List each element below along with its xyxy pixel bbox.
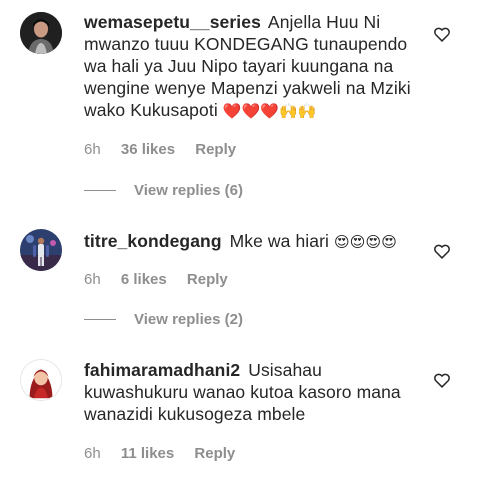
comment-likes[interactable]: 6 likes bbox=[121, 271, 167, 288]
replies-divider bbox=[84, 318, 116, 320]
view-replies-label: View replies (6) bbox=[134, 182, 243, 199]
comment-meta: 6h 36 likes Reply bbox=[84, 141, 252, 158]
comment-username[interactable]: wemasepetu__series bbox=[84, 12, 261, 32]
comment-timestamp: 6h bbox=[84, 445, 101, 462]
avatar[interactable] bbox=[20, 229, 62, 271]
avatar-image bbox=[21, 360, 61, 400]
view-replies-button[interactable]: View replies (2) bbox=[84, 311, 243, 328]
comment-body: Mke wa hiari bbox=[229, 231, 330, 251]
reply-button[interactable]: Reply bbox=[195, 141, 236, 158]
reply-button[interactable]: Reply bbox=[194, 445, 235, 462]
replies-divider bbox=[84, 189, 116, 191]
like-heart-icon[interactable] bbox=[432, 241, 452, 261]
reply-button[interactable]: Reply bbox=[187, 271, 228, 288]
like-heart-icon[interactable] bbox=[432, 370, 452, 390]
comment-meta: 6h 11 likes Reply bbox=[84, 445, 251, 462]
view-replies-button[interactable]: View replies (6) bbox=[84, 182, 243, 199]
like-heart-icon[interactable] bbox=[432, 24, 452, 44]
comment-text: wemasepetu__series Anjella Huu Ni mwanzo… bbox=[84, 11, 422, 122]
comment-meta: 6h 6 likes Reply bbox=[84, 271, 244, 288]
comment-username[interactable]: fahimaramadhani2 bbox=[84, 360, 240, 380]
comment-username[interactable]: titre_kondegang bbox=[84, 231, 222, 251]
avatar-image bbox=[20, 229, 62, 271]
comment-timestamp: 6h bbox=[84, 271, 101, 288]
comment-likes[interactable]: 11 likes bbox=[121, 445, 174, 462]
view-replies-label: View replies (2) bbox=[134, 311, 243, 328]
comment-timestamp: 6h bbox=[84, 141, 101, 158]
comment-emoji: 😍😍😍😍 bbox=[334, 233, 397, 251]
avatar[interactable] bbox=[20, 12, 62, 54]
comment-text: titre_kondegang Mke wa hiari 😍😍😍😍 bbox=[84, 230, 422, 253]
comment-likes[interactable]: 36 likes bbox=[121, 141, 175, 158]
avatar-image bbox=[20, 12, 62, 54]
comment-text: fahimaramadhani2 Usisahau kuwashukuru wa… bbox=[84, 359, 422, 425]
comment-emoji: ❤️❤️❤️🙌🙌 bbox=[222, 102, 317, 120]
avatar[interactable] bbox=[20, 359, 62, 401]
